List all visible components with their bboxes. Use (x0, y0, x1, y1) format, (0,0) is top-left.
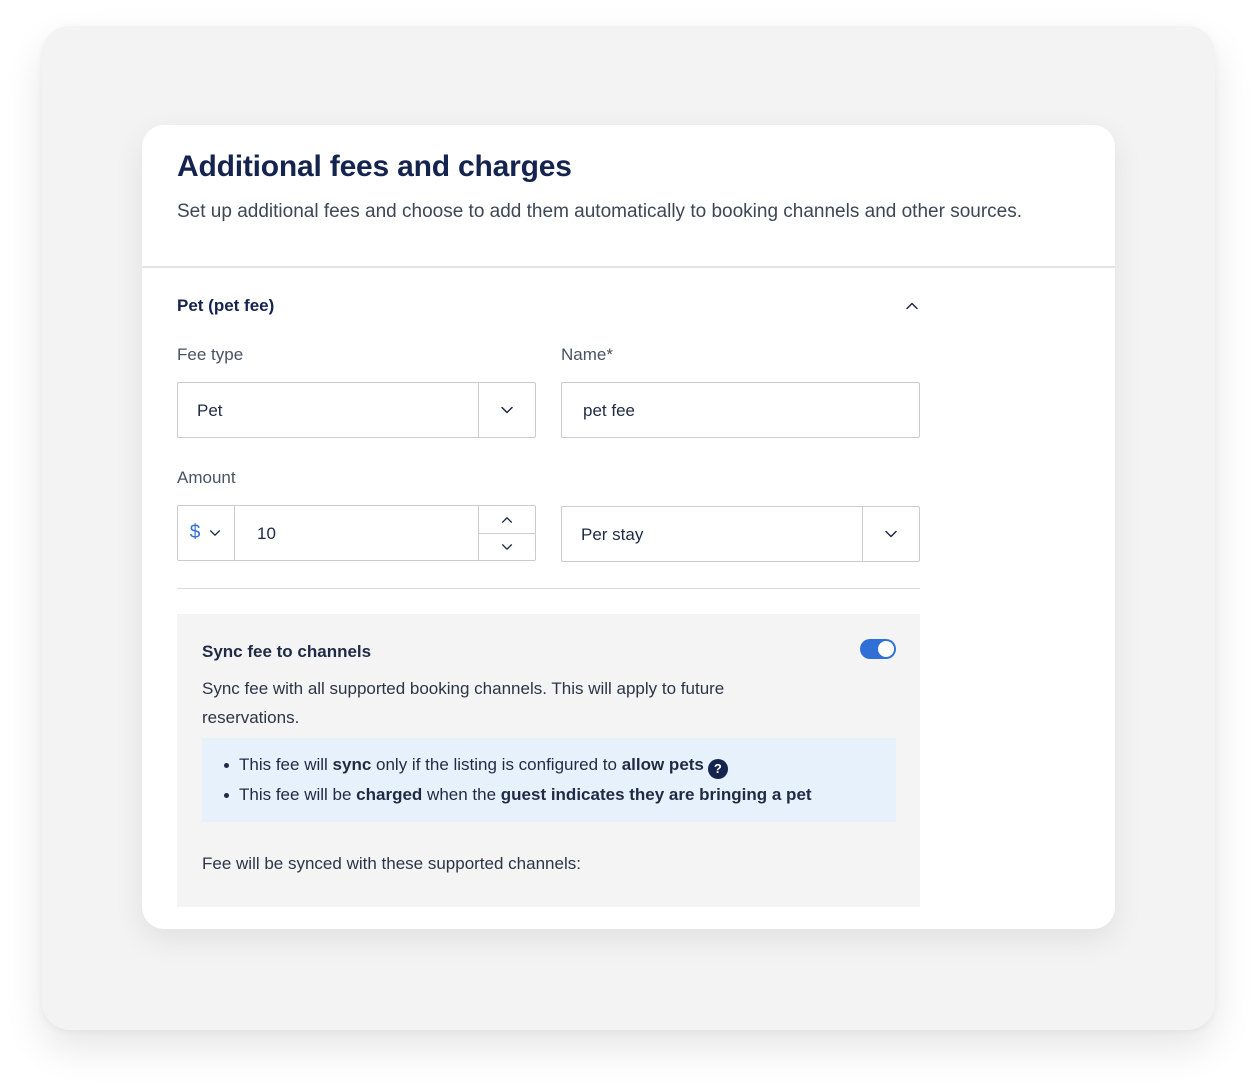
sync-panel: Sync fee to channels Sync fee with all s… (177, 614, 920, 907)
chevron-down-icon (210, 530, 221, 536)
amount-label: Amount (177, 468, 236, 487)
increment-button[interactable] (479, 506, 535, 533)
fee-type-dropdown-button[interactable] (478, 383, 535, 437)
frequency-select[interactable]: Per stay (561, 506, 920, 562)
amount-input[interactable]: $ 10 (177, 505, 536, 561)
sync-info-box: This fee will sync only if the listing i… (202, 738, 896, 822)
info-text: This fee will (239, 755, 333, 774)
frequency-value: Per stay (581, 525, 644, 544)
page-subtitle: Set up additional fees and choose to add… (177, 201, 1022, 222)
sync-title: Sync fee to channels (202, 642, 372, 661)
fee-section-title: Pet (pet fee) (177, 296, 275, 315)
chevron-up-icon[interactable] (904, 298, 920, 314)
name-input[interactable]: pet fee (561, 382, 920, 438)
info-item-sync: This fee will sync only if the listing i… (222, 750, 896, 780)
chevron-down-icon (885, 530, 897, 538)
info-bold: charged (356, 785, 423, 804)
info-text: This fee will be (239, 785, 357, 804)
fee-type-value: Pet (197, 401, 223, 420)
name-value: pet fee (583, 401, 635, 420)
sync-description: Sync fee with all supported booking chan… (202, 679, 725, 727)
fee-type-label: Fee type (177, 345, 244, 364)
decrement-button[interactable] (479, 533, 535, 560)
sync-toggle[interactable] (860, 639, 896, 659)
amount-stepper (478, 506, 535, 560)
page-title: Additional fees and charges (177, 150, 572, 183)
help-icon[interactable]: ? (707, 759, 728, 779)
info-item-charged: This fee will be charged when the guest … (222, 780, 896, 810)
frequency-dropdown-button[interactable] (862, 507, 919, 561)
currency-select[interactable]: $ (178, 506, 235, 560)
chevron-down-icon (501, 406, 513, 414)
info-text: when the (422, 785, 501, 804)
amount-value: 10 (257, 524, 276, 543)
channels-note: Fee will be synced with these supported … (202, 854, 581, 873)
fee-section-header[interactable]: Pet (pet fee) (177, 294, 920, 318)
fees-card: Additional fees and charges Set up addit… (142, 125, 1115, 929)
info-bold: sync (332, 755, 372, 774)
toggle-knob (878, 641, 894, 657)
fee-type-select[interactable]: Pet (177, 382, 536, 438)
card-header: Additional fees and charges Set up addit… (142, 125, 1115, 268)
currency-symbol: $ (189, 522, 201, 543)
info-bold: allow pets (621, 755, 704, 774)
info-text: only if the listing is configured to (371, 755, 622, 774)
name-label: Name* (561, 345, 613, 364)
chevron-down-icon (501, 544, 513, 550)
chevron-up-icon (501, 516, 513, 523)
info-bold: guest indicates they are bringing a pet (500, 785, 812, 804)
section-divider (177, 588, 920, 589)
